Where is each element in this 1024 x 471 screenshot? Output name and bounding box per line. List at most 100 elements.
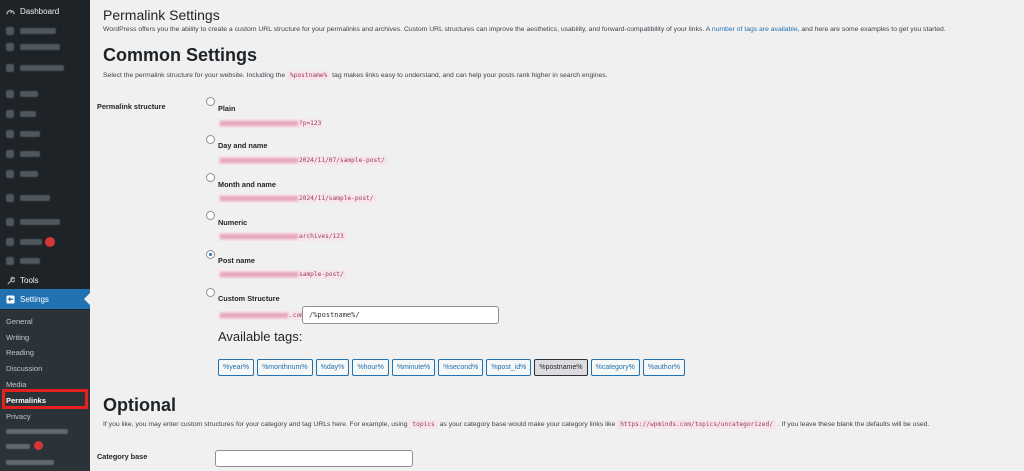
menu-dashboard-label: Dashboard	[20, 6, 60, 16]
menu-item-redacted[interactable]	[0, 212, 90, 232]
redacted-label	[20, 239, 42, 245]
common-settings-description: Select the permalink structure for your …	[103, 71, 608, 80]
submenu-media[interactable]: Media	[6, 380, 26, 389]
menu-item-redacted[interactable]	[0, 84, 90, 104]
radio-numeric[interactable]	[206, 211, 215, 220]
option-example-plain-path: ?p=123	[299, 120, 322, 127]
submenu-item-redacted[interactable]	[6, 429, 68, 434]
optional-heading: Optional	[103, 395, 176, 415]
redacted-icon	[6, 110, 14, 118]
menu-item-redacted[interactable]	[0, 58, 90, 78]
common-desc-before: Select the permalink structure for your …	[103, 72, 286, 79]
tag-button-monthnum[interactable]: %monthnum%	[257, 359, 313, 376]
option-example-month-and-name: 2024/11/sample-post/	[218, 194, 376, 203]
tag-button-year[interactable]: %year%	[218, 359, 255, 376]
menu-item-redacted[interactable]	[0, 232, 90, 252]
available-tags-heading: Available tags:	[218, 329, 303, 344]
redacted-label	[20, 151, 40, 157]
postname-code: %postname%	[287, 71, 331, 80]
tag-button-post-id[interactable]: %post_id%	[486, 359, 532, 376]
redacted-label	[20, 219, 60, 225]
tag-button-category[interactable]: %category%	[590, 359, 640, 376]
optional-desc-middle: as your category base would make your ca…	[439, 421, 616, 428]
menu-item-redacted[interactable]	[0, 188, 90, 208]
option-example-day-and-name-path: 2024/11/07/sample-post/	[299, 157, 385, 164]
intro-text-after: , and here are some examples to get you …	[797, 26, 946, 33]
redacted-label	[20, 131, 40, 137]
category-base-input[interactable]	[215, 450, 413, 467]
tag-button-minute[interactable]: %minute%	[391, 359, 436, 376]
admin-sidebar: Dashboard Tools Settings General Writing…	[0, 0, 90, 471]
radio-day-and-name[interactable]	[206, 135, 215, 144]
option-label-numeric: Numeric	[218, 218, 248, 227]
radio-month-and-name[interactable]	[206, 173, 215, 182]
menu-item-redacted[interactable]	[0, 124, 90, 144]
page-title: Permalink Settings	[103, 7, 220, 23]
redacted-icon	[6, 150, 14, 158]
option-example-numeric-path: archives/123	[299, 233, 344, 240]
tag-button-hour[interactable]: %hour%	[352, 359, 389, 376]
custom-structure-input[interactable]: /%postname%/	[302, 306, 499, 324]
common-settings-heading: Common Settings	[103, 45, 258, 65]
redacted-icon	[6, 257, 14, 265]
redacted-icon	[6, 194, 14, 202]
optional-desc-before: If you like, you may enter custom struct…	[103, 421, 408, 428]
menu-item-redacted[interactable]	[0, 251, 90, 271]
example-url-code: https://wpminds.com/topics/uncategorized…	[617, 420, 776, 429]
redacted-icon	[6, 43, 14, 51]
permalinks-highlight-box	[2, 389, 88, 409]
category-base-label: Category base	[97, 452, 148, 461]
intro-text-before: WordPress offers you the ability to crea…	[103, 26, 712, 33]
redacted-domain	[220, 195, 298, 201]
wp-admin-permalinks-screen: Dashboard Tools Settings General Writing…	[0, 0, 1024, 471]
redacted-icon	[6, 90, 14, 98]
submenu-privacy[interactable]: Privacy	[6, 412, 31, 421]
settings-icon	[5, 294, 15, 304]
permalink-structure-label: Permalink structure	[97, 102, 166, 111]
option-label-month-and-name: Month and name	[218, 180, 276, 189]
redacted-icon	[6, 64, 14, 72]
optional-description: If you like, you may enter custom struct…	[103, 420, 929, 429]
submenu-item-redacted[interactable]	[6, 444, 30, 449]
redacted-label	[20, 171, 38, 177]
menu-item-redacted[interactable]	[0, 104, 90, 124]
submenu-reading[interactable]: Reading	[6, 348, 34, 357]
option-example-plain: ?p=123	[218, 119, 324, 128]
menu-item-redacted[interactable]	[0, 37, 90, 57]
tag-button-second[interactable]: %second%	[438, 359, 484, 376]
submenu-writing[interactable]: Writing	[6, 333, 29, 342]
radio-plain[interactable]	[206, 97, 215, 106]
submenu-count-badge	[34, 441, 43, 450]
submenu-item-redacted[interactable]	[6, 460, 54, 465]
menu-item-redacted[interactable]	[0, 144, 90, 164]
redacted-icon	[6, 218, 14, 226]
redacted-label	[20, 258, 40, 264]
tag-button-author[interactable]: %author%	[642, 359, 686, 376]
wrench-icon	[5, 275, 15, 285]
tag-button-postname[interactable]: %postname%	[534, 359, 588, 376]
redacted-label	[20, 195, 50, 201]
common-desc-after: tag makes links easy to understand, and …	[332, 72, 608, 79]
radio-post-name[interactable]	[206, 250, 215, 259]
menu-tools-label: Tools	[20, 275, 39, 285]
redacted-label	[20, 111, 36, 117]
menu-settings[interactable]: Settings	[0, 289, 90, 309]
radio-custom-structure[interactable]	[206, 288, 215, 297]
menu-dashboard[interactable]: Dashboard	[0, 1, 90, 21]
option-label-custom-structure: Custom Structure	[218, 294, 280, 303]
tag-button-day[interactable]: %day%	[315, 359, 350, 376]
topics-code: topics	[409, 420, 438, 429]
redacted-label	[20, 44, 60, 50]
menu-settings-label: Settings	[20, 294, 49, 304]
available-tags-link[interactable]: number of tags are available	[712, 26, 798, 33]
redacted-label	[20, 65, 64, 71]
redacted-label	[20, 91, 38, 97]
option-example-post-name-path: sample-post/	[299, 271, 344, 278]
option-example-month-and-name-path: 2024/11/sample-post/	[299, 195, 374, 202]
update-count-badge	[45, 237, 55, 247]
menu-item-redacted[interactable]	[0, 164, 90, 184]
submenu-discussion[interactable]: Discussion	[6, 364, 42, 373]
submenu-general[interactable]: General	[6, 317, 33, 326]
menu-tools[interactable]: Tools	[0, 270, 90, 290]
option-label-plain: Plain	[218, 104, 236, 113]
